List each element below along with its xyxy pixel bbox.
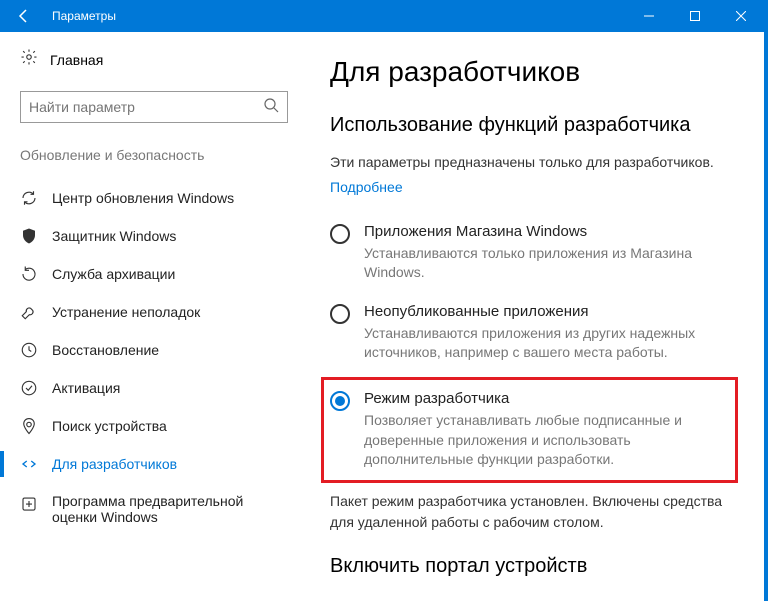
sidebar-item-find-device[interactable]: Поиск устройства xyxy=(20,407,300,445)
sidebar-item-insider[interactable]: Программа предварительной оценки Windows xyxy=(20,483,300,535)
status-text: Пакет режим разработчика установлен. Вкл… xyxy=(330,491,730,533)
search-field[interactable] xyxy=(29,99,263,115)
locate-icon xyxy=(20,417,38,435)
radio-icon xyxy=(330,304,350,324)
recovery-icon xyxy=(20,341,38,359)
window-title: Параметры xyxy=(48,9,626,23)
radio-icon-checked xyxy=(330,391,350,411)
home-nav[interactable]: Главная xyxy=(20,46,300,73)
option-desc: Устанавливаются только приложения из Маг… xyxy=(364,244,734,283)
sidebar-item-label: Поиск устройства xyxy=(52,418,167,434)
sidebar-item-backup[interactable]: Служба архивации xyxy=(20,255,300,293)
sidebar-item-recovery[interactable]: Восстановление xyxy=(20,331,300,369)
option-desc: Устанавливаются приложения из других над… xyxy=(364,324,734,363)
sidebar-item-update[interactable]: Центр обновления Windows xyxy=(20,179,300,217)
backup-icon xyxy=(20,265,38,283)
section-title: Обновление и безопасность xyxy=(20,147,300,163)
sidebar-item-label: Центр обновления Windows xyxy=(52,190,234,206)
main-content: Для разработчиков Использование функций … xyxy=(300,32,764,601)
content-container: Главная Обновление и безопасность Центр … xyxy=(0,32,764,601)
sidebar-item-label: Для разработчиков xyxy=(52,456,177,472)
radio-option-developer-mode[interactable]: Режим разработчика Позволяет устанавлива… xyxy=(321,377,738,483)
search-input[interactable] xyxy=(20,91,288,123)
section-heading: Использование функций разработчика xyxy=(330,114,734,137)
shield-icon xyxy=(20,227,38,245)
radio-option-store-apps[interactable]: Приложения Магазина Windows Устанавливаю… xyxy=(330,217,734,297)
learn-more-link[interactable]: Подробнее xyxy=(330,179,403,195)
sync-icon xyxy=(20,189,38,207)
sidebar-item-label: Служба архивации xyxy=(52,266,175,282)
portal-heading: Включить портал устройств xyxy=(330,555,734,578)
option-title: Приложения Магазина Windows xyxy=(364,223,734,240)
sidebar-item-label: Устранение неполадок xyxy=(52,304,200,320)
wrench-icon xyxy=(20,303,38,321)
minimize-button[interactable] xyxy=(626,0,672,32)
titlebar: Параметры xyxy=(0,0,764,32)
sidebar-item-developers[interactable]: Для разработчиков xyxy=(20,445,300,483)
radio-icon xyxy=(330,224,350,244)
option-desc: Позволяет устанавливать любые подписанны… xyxy=(364,411,727,470)
sidebar-item-defender[interactable]: Защитник Windows xyxy=(20,217,300,255)
sidebar-item-label: Активация xyxy=(52,380,120,396)
sidebar: Главная Обновление и безопасность Центр … xyxy=(0,32,300,601)
gear-icon xyxy=(20,48,38,71)
intro-text: Эти параметры предназначены только для р… xyxy=(330,153,734,173)
back-button[interactable] xyxy=(0,0,48,32)
radio-option-sideload[interactable]: Неопубликованные приложения Устанавливаю… xyxy=(330,297,734,377)
option-title: Неопубликованные приложения xyxy=(364,303,734,320)
sidebar-item-label: Защитник Windows xyxy=(52,228,176,244)
close-button[interactable] xyxy=(718,0,764,32)
page-title: Для разработчиков xyxy=(330,56,734,88)
home-label: Главная xyxy=(50,52,103,68)
option-title: Режим разработчика xyxy=(364,390,727,407)
maximize-button[interactable] xyxy=(672,0,718,32)
code-icon xyxy=(20,455,38,473)
search-icon xyxy=(263,97,279,118)
window-controls xyxy=(626,0,764,32)
sidebar-item-label: Восстановление xyxy=(52,342,159,358)
sidebar-item-troubleshoot[interactable]: Устранение неполадок xyxy=(20,293,300,331)
sidebar-item-activation[interactable]: Активация xyxy=(20,369,300,407)
sidebar-item-label: Программа предварительной оценки Windows xyxy=(52,493,282,525)
insider-icon xyxy=(20,495,38,513)
check-icon xyxy=(20,379,38,397)
